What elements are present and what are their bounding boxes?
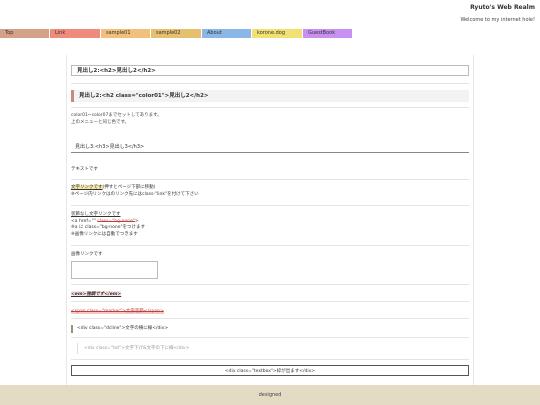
- heading-h2: 見出し2:<h2>見出し2</h2>: [71, 65, 469, 76]
- link-block: 文字リンクです(押すとページ下部に移動) ※ページ内リンクはのリンク先にはcla…: [71, 185, 199, 198]
- bg-none-note: ※a に class="bg-none"をつけます: [71, 225, 146, 230]
- code-snippet-class: class="bg-none": [97, 218, 135, 224]
- nav-item-about[interactable]: About: [202, 29, 252, 38]
- divider: [71, 318, 469, 319]
- nav-item-sample02[interactable]: sample02: [151, 29, 202, 38]
- site-header: Ryuto's Web Realm Welcome to my internet…: [0, 0, 540, 28]
- marker-text: <span class="marker">文字装飾</span>: [71, 308, 164, 314]
- nav-item-korone-dog[interactable]: korone.dog: [252, 29, 303, 38]
- color-note: color01~color07までセットしてあります。 上のメニューと同じ色です…: [71, 113, 162, 126]
- link-note: (押すとページ下部に移動): [102, 185, 156, 190]
- divider: [71, 179, 469, 180]
- main-content: 見出し2:<h2>見出し2</h2> 見出し2:<h2 class="color…: [66, 55, 474, 385]
- color-note-line: color01~color07までセットしてあります。: [71, 113, 162, 118]
- main-nav: Top Link sample01 sample02 About korone.dog Gu…: [0, 29, 353, 38]
- footer: designed: [0, 385, 540, 405]
- plain-text: テキストです: [71, 167, 98, 172]
- text-link[interactable]: 文字リンクです: [71, 185, 103, 190]
- divider: [71, 337, 469, 338]
- heading-h2-color: 見出し2:<h2 class="color01">見出し2</h2>: [71, 90, 469, 102]
- divider: [71, 301, 469, 302]
- image-link[interactable]: [71, 261, 158, 279]
- divider: [71, 107, 469, 108]
- divider: [71, 83, 469, 84]
- nav-item-sample01[interactable]: sample01: [101, 29, 151, 38]
- bg-none-block: 装飾なし文字リンクです <a href="" class="bg-none"> …: [71, 212, 145, 238]
- emphasis-text: <em>強調です</em>: [71, 291, 122, 297]
- nav-item-guestbook[interactable]: GuestBook: [303, 29, 353, 38]
- color-note-line: 上のメニューと同じ色です。: [71, 119, 130, 125]
- heading-h3: 見出し3:<h3>見出し3</h3>: [71, 141, 469, 153]
- indented-text: <div class="txt">文字下げ&文字の下に線</div>: [77, 343, 469, 354]
- divider: [71, 245, 469, 246]
- bg-none-note: ※画像リンクには自動でつきます: [71, 231, 138, 237]
- textbox: <div class="textbox">枠が出ます</div>: [71, 365, 469, 376]
- nav-item-top[interactable]: Top: [0, 29, 50, 38]
- code-snippet: <a href="": [71, 218, 98, 224]
- divider: [71, 205, 469, 206]
- image-link-label: 画像リンクです: [71, 252, 103, 257]
- dcline-text: <div class="dcline">文字の横に線</div>: [71, 325, 168, 333]
- divider: [71, 284, 469, 285]
- site-title[interactable]: Ryuto's Web Realm: [470, 4, 535, 11]
- nav-item-link[interactable]: Link: [50, 29, 101, 38]
- link-note: ※ページ内リンクはのリンク先にはclass-"link"を付けて下さい: [71, 191, 199, 197]
- site-tagline: Welcome to my internet hole!: [460, 17, 535, 23]
- code-snippet: >: [134, 218, 139, 224]
- divider: [71, 359, 469, 360]
